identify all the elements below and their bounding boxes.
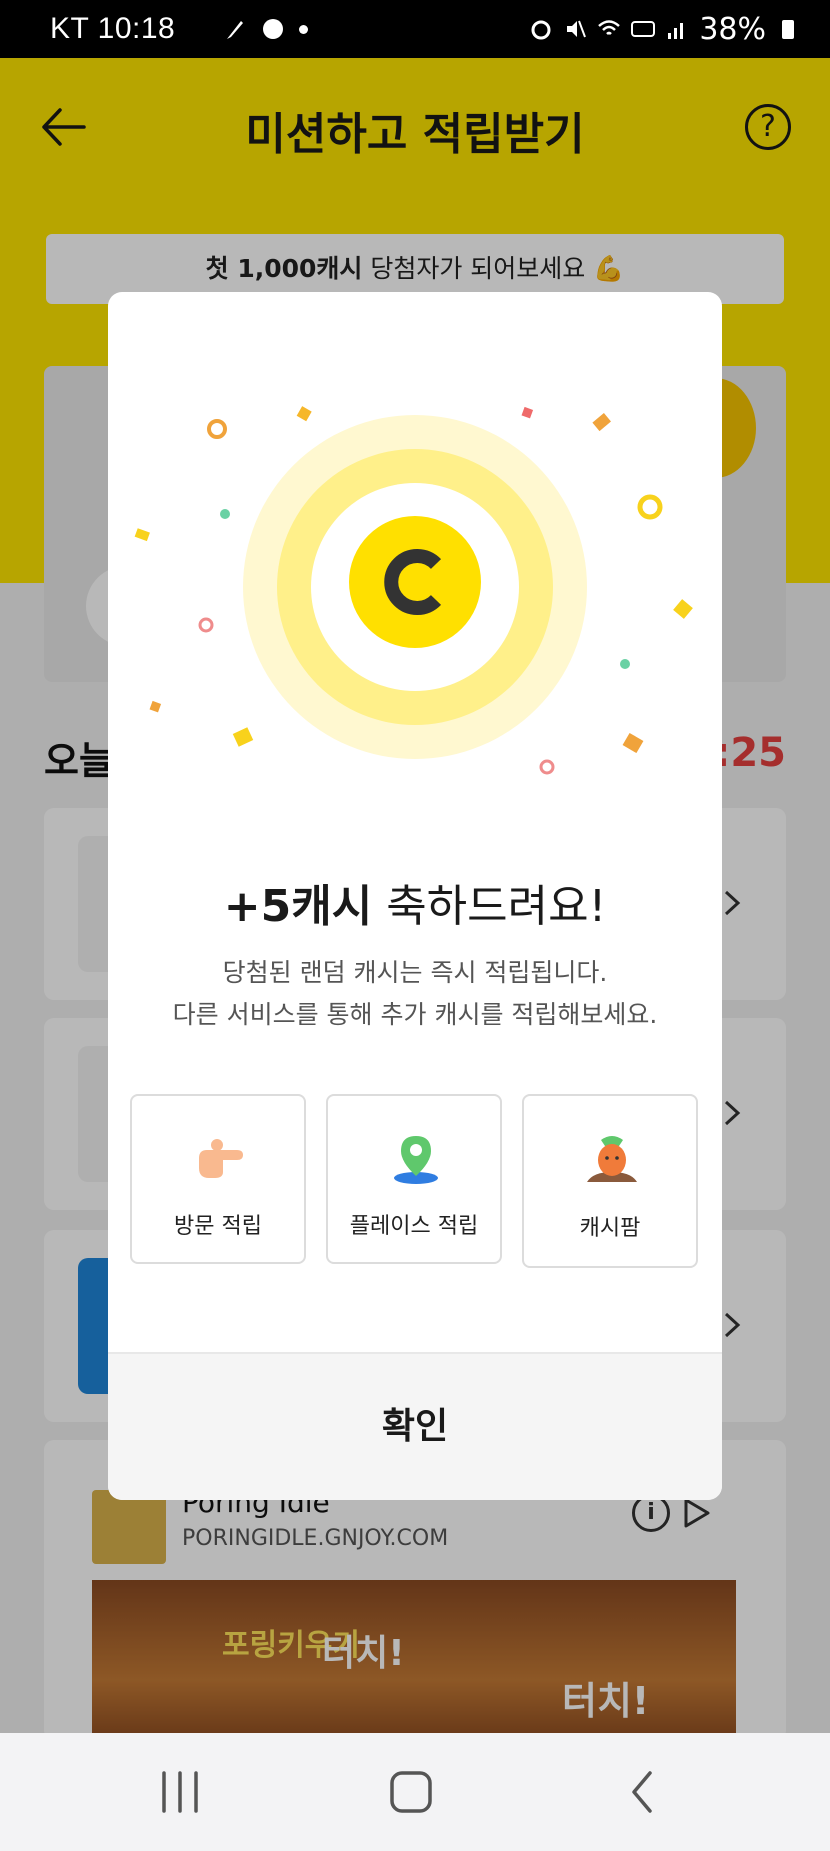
confetti-icon	[232, 727, 254, 747]
recent-apps-icon[interactable]	[150, 1767, 210, 1817]
status-bar: KT 10:18 38%	[0, 0, 830, 58]
location-pin-icon	[394, 1136, 438, 1184]
confetti-icon	[592, 413, 611, 432]
reward-headline: +5캐시 축하드려요!	[108, 870, 722, 934]
confetti-icon	[673, 599, 693, 619]
system-nav-bar	[0, 1733, 830, 1851]
signal-icon	[668, 23, 684, 39]
confetti-icon	[539, 759, 555, 775]
pointing-hand-icon	[199, 1139, 243, 1178]
home-icon[interactable]	[381, 1767, 441, 1817]
service-label: 플레이스 적립	[349, 1214, 479, 1239]
messenger-icon	[263, 19, 284, 39]
reward-modal: +5캐시 축하드려요! 당첨된 랜덤 캐시는 즉시 적립됩니다. 다른 서비스를…	[108, 292, 722, 1500]
status-time: KT 10:18	[50, 12, 176, 45]
confetti-icon	[637, 494, 663, 520]
battery-charging-icon	[782, 20, 794, 39]
confetti-icon	[149, 700, 162, 713]
confetti-icon	[207, 419, 227, 439]
description-line: 다른 서비스를 통해 추가 캐시를 적립해보세요.	[172, 1000, 658, 1029]
confetti-icon	[220, 509, 230, 519]
description-line: 당첨된 랜덤 캐시는 즉시 적립됩니다.	[222, 958, 608, 987]
reward-amount: +5캐시	[223, 881, 373, 932]
service-label: 방문 적립	[174, 1214, 262, 1239]
service-label: 캐시팜	[579, 1216, 641, 1241]
wifi-icon	[598, 20, 621, 35]
confirm-button[interactable]: 확인	[108, 1354, 722, 1500]
carrot-character-icon	[587, 1136, 637, 1182]
reward-congrats: 축하드려요!	[372, 881, 607, 932]
cash-farm-button[interactable]: 캐시팜	[522, 1094, 698, 1268]
back-icon[interactable]	[614, 1767, 674, 1817]
alarm-icon	[531, 20, 551, 40]
confetti-icon	[620, 659, 630, 669]
confetti-icon	[521, 406, 534, 419]
quill-icon	[227, 21, 244, 39]
reward-description: 당첨된 랜덤 캐시는 즉시 적립됩니다. 다른 서비스를 통해 추가 캐시를 적…	[108, 952, 722, 1036]
confetti-icon	[296, 406, 312, 422]
notification-dot-icon	[299, 24, 309, 34]
reward-illustration	[134, 406, 693, 775]
hd-icon	[631, 21, 656, 37]
coin-icon	[349, 516, 481, 648]
confetti-icon	[622, 732, 644, 754]
battery-percent: 38%	[699, 11, 766, 47]
confetti-icon	[134, 528, 150, 542]
visit-reward-button[interactable]: 방문 적립	[130, 1094, 306, 1264]
mute-icon	[567, 20, 587, 38]
confetti-icon	[198, 617, 214, 633]
place-reward-button[interactable]: 플레이스 적립	[326, 1094, 502, 1264]
